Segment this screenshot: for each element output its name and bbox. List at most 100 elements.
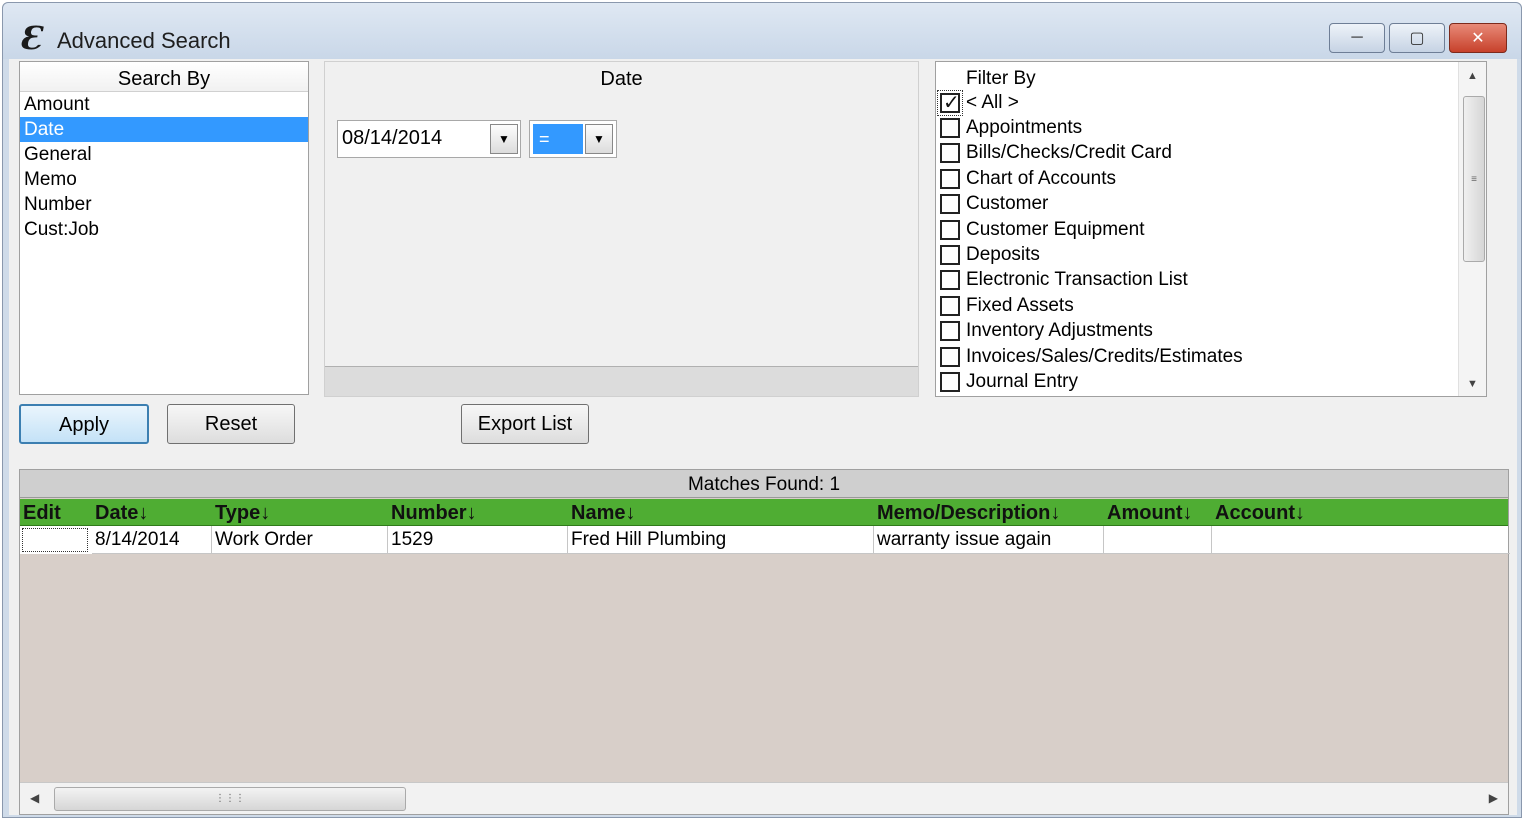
reset-button[interactable]: Reset [167, 404, 295, 444]
checkbox[interactable] [940, 245, 960, 266]
title-bar[interactable]: Ɛ Advanced Search ─ ▢ ✕ [3, 3, 1521, 59]
checkbox[interactable] [940, 194, 960, 215]
search-by-header: Search By [20, 62, 308, 92]
checkbox[interactable] [937, 89, 963, 116]
filter-item-all[interactable]: < All > [937, 89, 1458, 116]
column-header-memo[interactable]: Memo/Description↓ [874, 499, 1104, 525]
minimize-icon: ─ [1351, 29, 1363, 46]
minimize-button[interactable]: ─ [1329, 23, 1385, 53]
checkbox[interactable] [940, 118, 960, 139]
scrollbar-thumb[interactable]: ⋮⋮⋮ [54, 787, 406, 811]
date-dropdown-button[interactable]: ▼ [490, 124, 518, 154]
row-date-cell: 8/14/2014 [92, 526, 212, 554]
filter-item-label: Appointments [966, 117, 1083, 139]
filter-item-fixed-assets[interactable]: Fixed Assets [940, 293, 1458, 318]
filter-item-customer-equipment[interactable]: Customer Equipment [940, 217, 1458, 242]
matches-found-label: Matches Found: 1 [20, 470, 1508, 498]
filter-item-bills-checks[interactable]: Bills/Checks/Credit Card [940, 141, 1458, 166]
filter-item-inventory-adjustments[interactable]: Inventory Adjustments [940, 319, 1458, 344]
chevron-down-icon: ▼ [593, 132, 605, 146]
filter-by-scrollbar[interactable]: ▲ ≡ ▼ [1458, 62, 1486, 396]
filter-item-label: Bills/Checks/Credit Card [966, 142, 1172, 164]
date-panel-status-bar [325, 366, 918, 396]
maximize-icon: ▢ [1409, 30, 1425, 47]
filter-item-label: Inventory Adjustments [966, 320, 1153, 342]
filter-item-label: Customer [966, 193, 1049, 215]
close-icon: ✕ [1471, 30, 1485, 47]
search-by-item-general[interactable]: General [20, 142, 308, 167]
date-input-value: 08/14/2014 [342, 127, 443, 149]
scrollbar-thumb[interactable]: ≡ [1463, 96, 1485, 262]
checkbox[interactable] [940, 143, 960, 164]
row-name-cell: Fred Hill Plumbing [568, 526, 874, 554]
filter-item-journal-entry[interactable]: Journal Entry [940, 369, 1458, 394]
results-grid: Matches Found: 1 Edit Date↓ Type↓ Number… [19, 469, 1510, 815]
filter-item-electronic-transaction-list[interactable]: Electronic Transaction List [940, 268, 1458, 293]
filter-item-deposits[interactable]: Deposits [940, 242, 1458, 267]
row-memo-cell: warranty issue again [874, 526, 1104, 554]
checkbox[interactable] [940, 295, 960, 316]
row-edit-cell[interactable] [22, 528, 88, 552]
filter-by-items: < All > Appointments Bills/Checks/Credit… [937, 89, 1458, 395]
operator-dropdown-button[interactable]: ▼ [585, 124, 613, 154]
search-by-item-number[interactable]: Number [20, 192, 308, 217]
filter-item-label: Chart of Accounts [966, 167, 1116, 189]
results-horizontal-scrollbar[interactable]: ◀ ⋮⋮⋮ ▶ [20, 782, 1508, 814]
date-criteria-panel: Date 08/14/2014 ▼ = ▼ [324, 61, 919, 397]
column-header-account[interactable]: Account↓ [1212, 499, 1510, 525]
filter-item-label: Invoices/Sales/Credits/Estimates [966, 345, 1243, 367]
search-by-item-memo[interactable]: Memo [20, 167, 308, 192]
apply-button[interactable]: Apply [19, 404, 149, 444]
filter-item-label: Deposits [966, 244, 1040, 266]
filter-item-appointments[interactable]: Appointments [940, 115, 1458, 140]
column-header-amount[interactable]: Amount↓ [1104, 499, 1212, 525]
close-button[interactable]: ✕ [1449, 23, 1507, 53]
checkbox[interactable] [940, 346, 960, 367]
operator-value: = [533, 124, 583, 154]
filter-item-label: Electronic Transaction List [966, 269, 1188, 291]
date-panel-label: Date [600, 68, 643, 90]
date-input[interactable]: 08/14/2014 ▼ [337, 120, 521, 158]
operator-select[interactable]: = ▼ [529, 120, 617, 158]
filter-item-label: Journal Entry [966, 370, 1078, 392]
filter-item-label: Fixed Assets [966, 294, 1074, 316]
scroll-right-icon[interactable]: ▶ [1489, 791, 1498, 805]
search-by-item-amount[interactable]: Amount [20, 92, 308, 117]
filter-item-chart-of-accounts[interactable]: Chart of Accounts [940, 166, 1458, 191]
scroll-left-icon[interactable]: ◀ [30, 791, 39, 805]
search-by-list[interactable]: Search By Amount Date General Memo Numbe… [19, 61, 309, 395]
window-title: Advanced Search [57, 28, 231, 53]
row-account-cell [1212, 526, 1510, 554]
scroll-down-icon[interactable]: ▼ [1459, 378, 1486, 390]
column-header-name[interactable]: Name↓ [568, 499, 874, 525]
scroll-up-icon[interactable]: ▲ [1459, 70, 1486, 82]
checkbox[interactable] [940, 219, 960, 240]
checkbox[interactable] [940, 270, 960, 291]
filter-item-customer[interactable]: Customer [940, 192, 1458, 217]
column-header-edit[interactable]: Edit [20, 499, 92, 525]
checkbox[interactable] [940, 321, 960, 342]
filter-item-invoices-sales[interactable]: Invoices/Sales/Credits/Estimates [940, 344, 1458, 369]
filter-by-list[interactable]: Filter By < All > Appointments Bills/Che… [935, 61, 1487, 397]
content-area: Search By Amount Date General Memo Numbe… [9, 59, 1517, 815]
maximize-button[interactable]: ▢ [1389, 23, 1445, 53]
column-header-date[interactable]: Date↓ [92, 499, 212, 525]
row-number-cell: 1529 [388, 526, 568, 554]
row-type-cell: Work Order [212, 526, 388, 554]
filter-item-label: < All > [966, 91, 1019, 113]
table-row[interactable]: 8/14/2014 Work Order 1529 Fred Hill Plum… [20, 526, 1510, 554]
filter-by-header: Filter By [966, 68, 1036, 89]
grid-column-headers: Edit Date↓ Type↓ Number↓ Name↓ Memo/Desc… [20, 499, 1508, 526]
advanced-search-window: Ɛ Advanced Search ─ ▢ ✕ Search By Amount… [2, 2, 1522, 818]
export-list-button[interactable]: Export List [461, 404, 589, 444]
column-header-type[interactable]: Type↓ [212, 499, 388, 525]
checkbox[interactable] [940, 371, 960, 392]
search-by-item-date[interactable]: Date [20, 117, 308, 142]
filter-item-label: Customer Equipment [966, 218, 1145, 240]
row-amount-cell [1104, 526, 1212, 554]
checkbox[interactable] [940, 168, 960, 189]
column-header-number[interactable]: Number↓ [388, 499, 568, 525]
app-logo-icon: Ɛ [19, 19, 43, 57]
search-by-item-cust-job[interactable]: Cust:Job [20, 217, 308, 242]
chevron-down-icon: ▼ [498, 132, 510, 146]
